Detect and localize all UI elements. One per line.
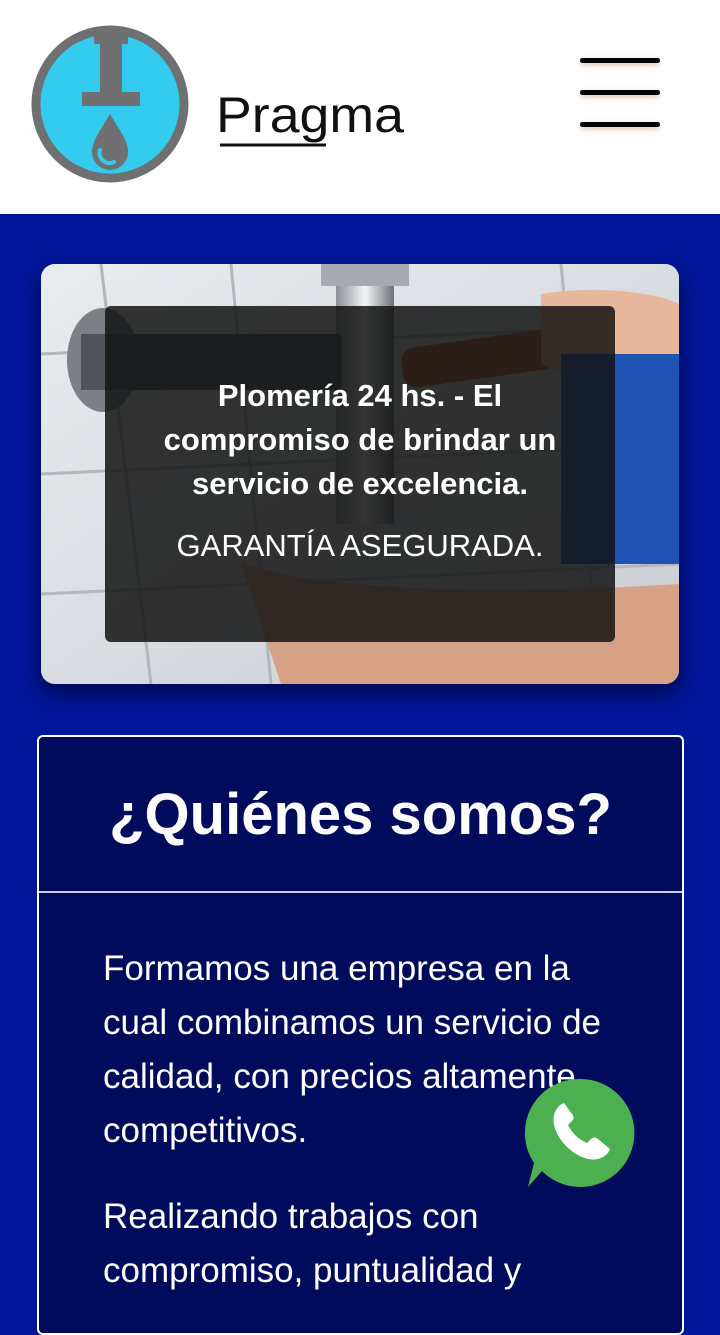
about-divider: [39, 891, 682, 893]
hero-title: Plomería 24 hs. - El compromiso de brind…: [163, 378, 557, 501]
menu-bar-icon: [580, 122, 660, 127]
menu-bar-icon: [580, 58, 660, 63]
hamburger-menu-button[interactable]: [572, 52, 668, 136]
brand-name: Pragma: [216, 87, 404, 143]
site-header: Pragma: [0, 0, 720, 214]
about-paragraph: Realizando trabajos con compromiso, punt…: [103, 1197, 522, 1290]
hero-subtitle: GARANTÍA ASEGURADA.: [176, 528, 544, 563]
whatsapp-button[interactable]: [522, 1075, 638, 1191]
hero-banner: Plomería 24 hs. - El compromiso de brind…: [41, 264, 679, 684]
about-section: ¿Quiénes somos? Formamos una empresa en …: [37, 735, 684, 1335]
about-title: ¿Quiénes somos?: [109, 782, 612, 847]
hero-text-box: Plomería 24 hs. - El compromiso de brind…: [105, 306, 615, 642]
menu-bar-icon: [580, 90, 660, 95]
brand-logo[interactable]: Pragma: [214, 52, 414, 152]
logo-faucet-icon[interactable]: [30, 24, 190, 184]
